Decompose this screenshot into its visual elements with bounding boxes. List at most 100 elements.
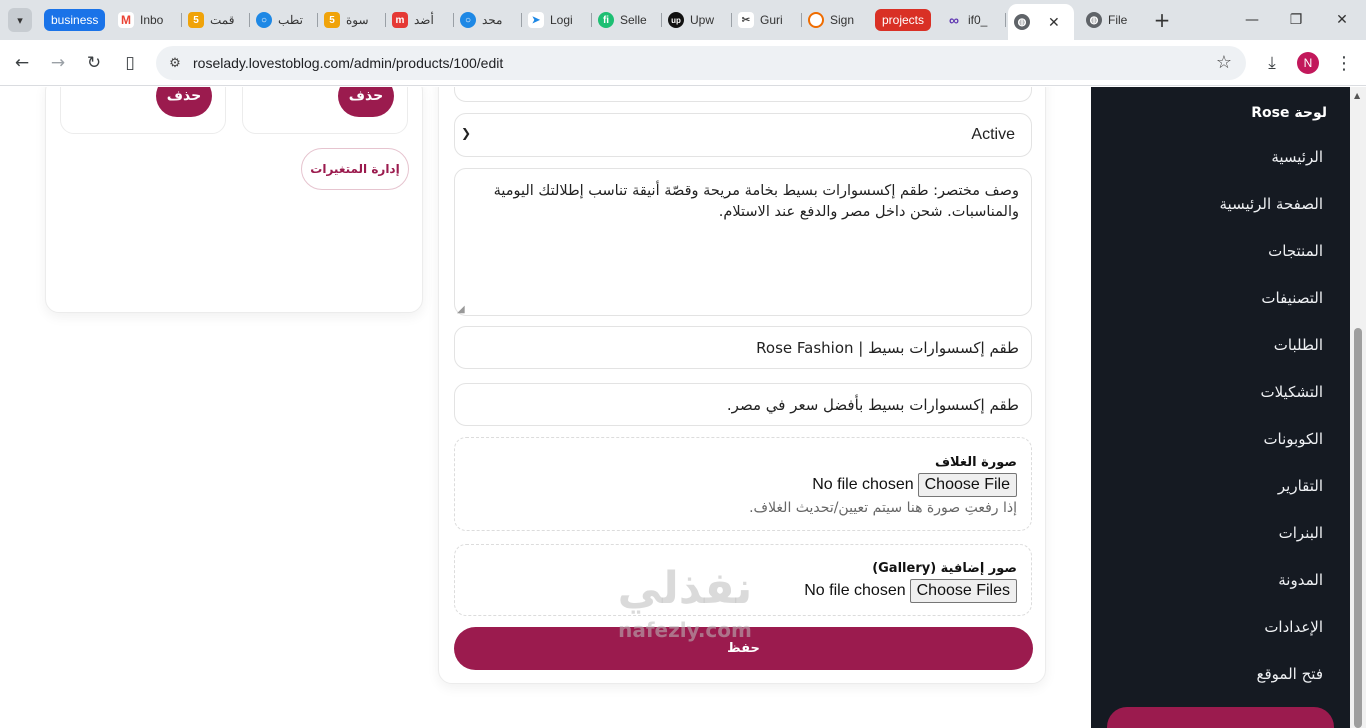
circle-icon: ○ bbox=[460, 12, 476, 28]
mostaql-icon: m bbox=[392, 12, 408, 28]
tab-label: محد bbox=[482, 13, 503, 27]
tab-label: تطب bbox=[278, 13, 303, 27]
sidebar-item-banners[interactable]: البنرات bbox=[1279, 524, 1323, 542]
page-content: حذف حذف إدارة المتغيرات ⋯ ❯ Active وصف م… bbox=[0, 87, 1366, 728]
tab-label: سوة bbox=[346, 13, 369, 27]
admin-sidebar: لوحة Rose الرئيسية الصفحة الرئيسية المنت… bbox=[1091, 87, 1350, 728]
sidebar-logout-button[interactable] bbox=[1107, 707, 1334, 728]
cover-hint: إذا رفعتِ صورة هنا سيتم تعيين/تحديث الغل… bbox=[749, 500, 1017, 516]
gmail-icon: M bbox=[118, 12, 134, 28]
forward-icon[interactable]: → bbox=[46, 51, 70, 75]
upwork-icon: up bbox=[668, 12, 684, 28]
tab-label: قمت bbox=[210, 13, 235, 27]
chevron-down-icon: ❯ bbox=[461, 126, 472, 140]
close-tab-icon[interactable]: ✕ bbox=[1048, 14, 1060, 31]
tab-label: Logi bbox=[550, 13, 573, 27]
tab-label: if0_ bbox=[968, 13, 988, 27]
page-scrollbar[interactable]: ▲ bbox=[1350, 87, 1366, 728]
sidebar-item-categories[interactable]: التصنيفات bbox=[1261, 289, 1323, 307]
url-text[interactable]: roselady.lovestoblog.com/admin/products/… bbox=[193, 55, 503, 71]
reading-mode-icon[interactable]: ▯ bbox=[118, 51, 142, 75]
sidebar-item-open-site[interactable]: فتح الموقع bbox=[1257, 665, 1323, 683]
sidebar-item-orders[interactable]: الطلبات bbox=[1274, 336, 1323, 354]
infinity-icon: ∞ bbox=[946, 12, 962, 28]
resize-grip-icon[interactable]: ◢ bbox=[457, 304, 465, 315]
tab-search-icon[interactable]: ▾ bbox=[8, 8, 32, 32]
manage-variants-button[interactable]: إدارة المتغيرات bbox=[301, 148, 409, 190]
tab-label: Inbo bbox=[140, 13, 164, 27]
status-value: Active bbox=[971, 126, 1015, 143]
tab[interactable]: ✂ Guri bbox=[732, 7, 802, 33]
previous-field[interactable]: ⋯ bbox=[454, 87, 1032, 102]
cover-file-status: No file chosen bbox=[812, 476, 914, 493]
restore-icon[interactable]: ❐ bbox=[1280, 8, 1312, 32]
delete-button[interactable]: حذف bbox=[156, 87, 212, 117]
meta-title-value: طقم إكسسوارات بسيط | Rose Fashion bbox=[756, 339, 1019, 357]
tab-label: Sign bbox=[830, 13, 855, 27]
cover-file-input[interactable]: No file chosen Choose File bbox=[812, 473, 1017, 497]
profile-avatar[interactable]: N bbox=[1297, 52, 1319, 74]
scroll-up-arrow-icon[interactable]: ▲ bbox=[1354, 91, 1360, 100]
sidebar-item-dashboard[interactable]: الرئيسية bbox=[1271, 148, 1323, 166]
choose-file-button[interactable]: Choose File bbox=[917, 473, 1017, 497]
tab[interactable]: Sign bbox=[802, 7, 872, 33]
tab[interactable]: ◍ File bbox=[1080, 7, 1148, 33]
tools-icon: ✂ bbox=[738, 12, 754, 28]
gallery-file-input[interactable]: No file chosen Choose Files bbox=[804, 579, 1017, 603]
meta-title-input[interactable]: طقم إكسسوارات بسيط | Rose Fashion bbox=[454, 326, 1032, 369]
browser-toolbar: ← → ↻ ▯ ⚙ roselady.lovestoblog.com/admin… bbox=[0, 40, 1366, 86]
status-select[interactable]: ❯ Active bbox=[454, 113, 1032, 157]
tab-label: Upw bbox=[690, 13, 715, 27]
download-icon[interactable]: ⤓ bbox=[1260, 51, 1284, 75]
sidebar-brand: لوحة Rose bbox=[1251, 105, 1327, 121]
scroll-thumb[interactable] bbox=[1354, 328, 1362, 728]
description-text: وصف مختصر: طقم إكسسوارات بسيط بخامة مريح… bbox=[493, 183, 1019, 220]
tab[interactable]: ∞ if0_ bbox=[940, 7, 1006, 33]
sidebar-item-collections[interactable]: التشكيلات bbox=[1260, 383, 1323, 401]
tab-label: File bbox=[1108, 13, 1128, 27]
back-icon[interactable]: ← bbox=[10, 51, 34, 75]
new-tab-icon[interactable]: + bbox=[1146, 8, 1178, 32]
choose-files-button[interactable]: Choose Files bbox=[909, 579, 1017, 603]
address-bar[interactable]: ⚙ roselady.lovestoblog.com/admin/product… bbox=[156, 46, 1246, 80]
save-button[interactable]: حفظ bbox=[454, 627, 1033, 670]
meta-description-input[interactable]: طقم إكسسوارات بسيط بأفضل سعر في مصر. bbox=[454, 383, 1032, 426]
sidebar-item-settings[interactable]: الإعدادات bbox=[1264, 618, 1323, 636]
sidebar-item-products[interactable]: المنتجات bbox=[1268, 242, 1323, 260]
tab[interactable]: up Upw bbox=[662, 7, 732, 33]
tab[interactable]: ➤ Logi bbox=[522, 7, 592, 33]
tab[interactable]: fi Selle bbox=[592, 7, 662, 33]
five-icon: 5 bbox=[188, 12, 204, 28]
tab[interactable]: M Inbo bbox=[112, 7, 182, 33]
site-info-icon[interactable]: ⚙ bbox=[166, 54, 184, 72]
tab-label: أضد bbox=[414, 13, 434, 27]
sidebar-item-reports[interactable]: التقارير bbox=[1278, 477, 1323, 495]
gallery-file-status: No file chosen bbox=[804, 582, 906, 599]
bookmark-star-icon[interactable]: ☆ bbox=[1216, 52, 1232, 73]
minimize-icon[interactable]: — bbox=[1236, 8, 1268, 32]
delete-button[interactable]: حذف bbox=[338, 87, 394, 117]
sidebar-item-homepage[interactable]: الصفحة الرئيسية bbox=[1220, 195, 1324, 213]
tab[interactable]: ○ محد bbox=[454, 7, 522, 33]
variants-card: حذف حذف إدارة المتغيرات bbox=[45, 87, 423, 313]
meta-description-value: طقم إكسسوارات بسيط بأفضل سعر في مصر. bbox=[726, 396, 1019, 414]
tab-group-projects[interactable]: projects bbox=[875, 9, 932, 31]
tab-group-business[interactable]: business bbox=[44, 9, 106, 31]
ring-icon bbox=[808, 12, 824, 28]
sidebar-item-blog[interactable]: المدونة bbox=[1278, 571, 1323, 589]
field-placeholder: ⋯ bbox=[842, 87, 855, 91]
tab[interactable]: 5 قمت bbox=[182, 7, 250, 33]
fiverr-icon: fi bbox=[598, 12, 614, 28]
tab[interactable]: ○ تطب bbox=[250, 7, 318, 33]
gallery-label: صور إضافية (Gallery) bbox=[872, 561, 1017, 576]
product-form: ⋯ ❯ Active وصف مختصر: طقم إكسسوارات بسيط… bbox=[438, 87, 1046, 684]
tab[interactable]: m أضد bbox=[386, 7, 454, 33]
tab-active[interactable]: ◍ ✕ bbox=[1008, 4, 1074, 40]
description-textarea[interactable]: وصف مختصر: طقم إكسسوارات بسيط بخامة مريح… bbox=[454, 168, 1032, 316]
gallery-upload-box: صور إضافية (Gallery) No file chosen Choo… bbox=[454, 544, 1032, 616]
close-window-icon[interactable]: ✕ bbox=[1326, 8, 1358, 32]
sidebar-item-coupons[interactable]: الكوبونات bbox=[1263, 430, 1323, 448]
menu-kebab-icon[interactable]: ⋮ bbox=[1332, 51, 1356, 75]
tab[interactable]: 5 سوة bbox=[318, 7, 386, 33]
reload-icon[interactable]: ↻ bbox=[82, 51, 106, 75]
